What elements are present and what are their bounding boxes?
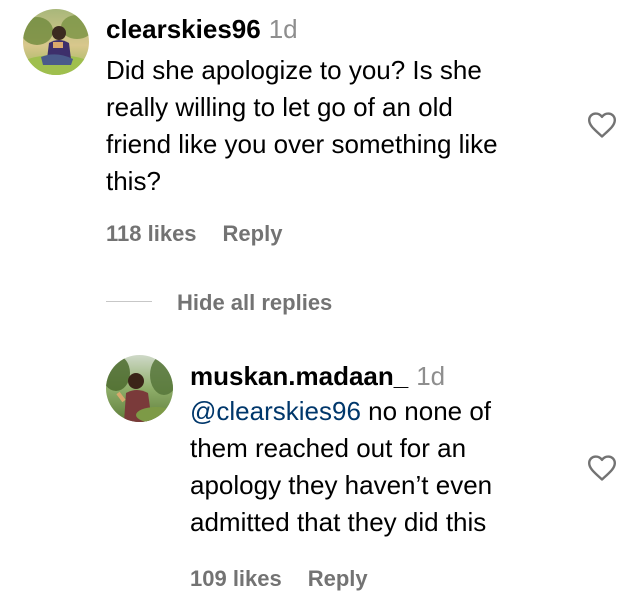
replies-divider	[106, 301, 152, 302]
reply-username[interactable]: muskan.madaan_	[190, 361, 408, 391]
reply-text: @clearskies96 no none of them reached ou…	[190, 393, 590, 541]
avatar[interactable]	[23, 9, 89, 75]
likes-count[interactable]: 118 likes	[106, 221, 197, 246]
comment-item: clearskies96 1d Did she apologize to you?…	[0, 0, 642, 260]
reply-text-line: admitted that they did this	[190, 507, 487, 537]
comment-text-line: this?	[106, 166, 161, 196]
comment-header: clearskies96 1d	[106, 14, 298, 45]
like-button[interactable]	[585, 109, 619, 146]
heart-outline-icon	[588, 112, 616, 138]
comment-username[interactable]: clearskies96	[106, 14, 261, 44]
reply-item: muskan.madaan_ 1d @clearskies96 no none o…	[0, 340, 642, 591]
comment-timestamp: 1d	[268, 14, 298, 44]
avatar-image	[23, 9, 89, 75]
comment-actions: 118 likes Reply	[106, 221, 308, 247]
avatar[interactable]	[106, 355, 173, 422]
reply-actions: 109 likes Reply	[190, 566, 394, 592]
comment-text-line: friend like you over something like	[106, 129, 498, 159]
reply-button[interactable]: Reply	[308, 566, 368, 591]
mention-link[interactable]: @clearskies96	[190, 396, 361, 426]
reply-text-line: @clearskies96 no none of	[190, 393, 590, 430]
likes-count[interactable]: 109 likes	[190, 566, 282, 591]
reply-text-line: apology they haven’t even	[190, 470, 493, 500]
reply-button[interactable]: Reply	[223, 221, 283, 246]
reply-text-line: them reached out for an	[190, 433, 467, 463]
reply-text-fragment: no none of	[360, 396, 492, 426]
hide-replies-button[interactable]: Hide all replies	[177, 290, 332, 316]
comment-text: Did she apologize to you? Is she really …	[106, 52, 576, 200]
comment-text-line: really willing to let go of an old	[106, 92, 453, 122]
reply-header: muskan.madaan_ 1d	[190, 361, 445, 392]
heart-outline-icon	[588, 455, 616, 481]
avatar-image	[106, 355, 173, 422]
like-button[interactable]	[585, 452, 619, 489]
reply-timestamp: 1d	[416, 361, 446, 391]
comment-text-line: Did she apologize to you? Is she	[106, 55, 482, 85]
